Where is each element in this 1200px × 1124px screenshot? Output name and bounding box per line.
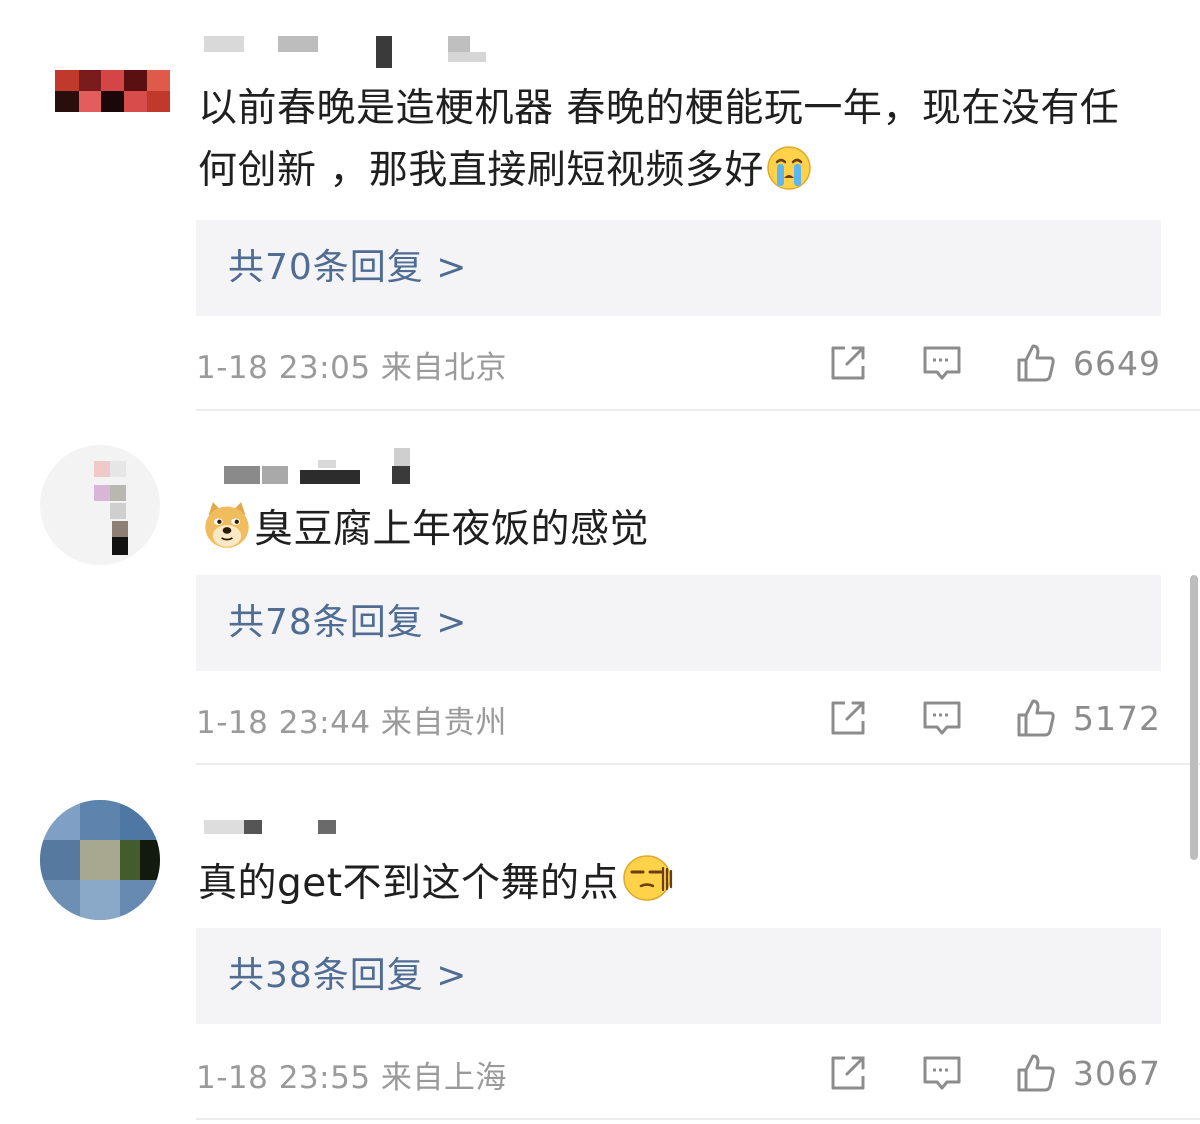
username-obscured[interactable] xyxy=(200,818,520,852)
thumbs-up-icon xyxy=(1015,1052,1057,1094)
crying-face-icon xyxy=(766,145,812,191)
comment-text: 臭豆腐上年夜饭的感觉 xyxy=(200,499,1160,561)
divider xyxy=(196,763,1200,765)
thumbs-up-icon xyxy=(1015,342,1057,384)
comment-text-tail: 臭豆腐上年夜饭的感觉 xyxy=(254,507,650,552)
comment-text: 真的get不到这个舞的点 xyxy=(198,852,1158,915)
like-button[interactable]: 3067 xyxy=(1015,1052,1161,1094)
divider xyxy=(196,409,1200,411)
comment-timestamp: 1-18 23:44 来自贵州 xyxy=(196,705,507,741)
smirk-face-icon xyxy=(621,852,675,904)
comment-text: 以前春晚是造梗机器 春晚的梗能玩一年，现在没有任何创新 ，那我直接刷短视频多好 xyxy=(198,78,1158,202)
doge-icon xyxy=(202,500,252,550)
comment-meta: 1-18 23:44 来自贵州 5172 xyxy=(196,687,1161,747)
divider xyxy=(196,1118,1200,1120)
share-icon[interactable] xyxy=(827,1052,869,1094)
username-obscured[interactable] xyxy=(200,30,520,68)
username-obscured[interactable] xyxy=(200,448,520,494)
comment-actions: 5172 xyxy=(775,693,1161,743)
scrollbar[interactable] xyxy=(1190,575,1198,860)
avatar[interactable] xyxy=(55,70,170,112)
comment-icon[interactable] xyxy=(921,342,963,384)
comment-icon[interactable] xyxy=(921,697,963,739)
comment-text-body: 以前春晚是造梗机器 春晚的梗能玩一年，现在没有任何创新 ，那我直接刷短视频多好 xyxy=(198,86,1120,193)
comment-text-body: 真的get不到这个舞的点 xyxy=(198,861,620,906)
view-replies-button[interactable]: 共38条回复 > xyxy=(196,928,1161,1024)
like-button[interactable]: 6649 xyxy=(1015,342,1161,384)
avatar[interactable] xyxy=(40,445,160,565)
comment-item: 以前春晚是造梗机器 春晚的梗能玩一年，现在没有任何创新 ，那我直接刷短视频多好 … xyxy=(0,0,1200,411)
comment-actions: 6649 xyxy=(775,338,1161,388)
replies-count-label: 共78条回复 > xyxy=(228,602,468,643)
comment-meta: 1-18 23:05 来自北京 6649 xyxy=(196,332,1161,392)
thumbs-up-icon xyxy=(1015,697,1057,739)
share-icon[interactable] xyxy=(827,342,869,384)
share-icon[interactable] xyxy=(827,697,869,739)
replies-count-label: 共38条回复 > xyxy=(228,955,468,996)
comment-icon[interactable] xyxy=(921,1052,963,1094)
comment-item: 真的get不到这个舞的点 共38条回复 > 1-18 23:55 来自上海 30… xyxy=(0,770,1200,1124)
view-replies-button[interactable]: 共78条回复 > xyxy=(196,575,1161,671)
view-replies-button[interactable]: 共70条回复 > xyxy=(196,220,1161,316)
like-button[interactable]: 5172 xyxy=(1015,697,1161,739)
comment-meta: 1-18 23:55 来自上海 3067 xyxy=(196,1042,1161,1102)
comment-actions: 3067 xyxy=(775,1048,1161,1098)
comment-timestamp: 1-18 23:05 来自北京 xyxy=(196,350,507,386)
like-count: 5172 xyxy=(1073,698,1161,738)
replies-count-label: 共70条回复 > xyxy=(228,247,468,288)
comment-item: 臭豆腐上年夜饭的感觉 共78条回复 > 1-18 23:44 来自贵州 5172 xyxy=(0,415,1200,769)
like-count: 6649 xyxy=(1073,343,1161,383)
comment-timestamp: 1-18 23:55 来自上海 xyxy=(196,1060,507,1096)
avatar[interactable] xyxy=(40,800,160,920)
like-count: 3067 xyxy=(1073,1053,1161,1093)
